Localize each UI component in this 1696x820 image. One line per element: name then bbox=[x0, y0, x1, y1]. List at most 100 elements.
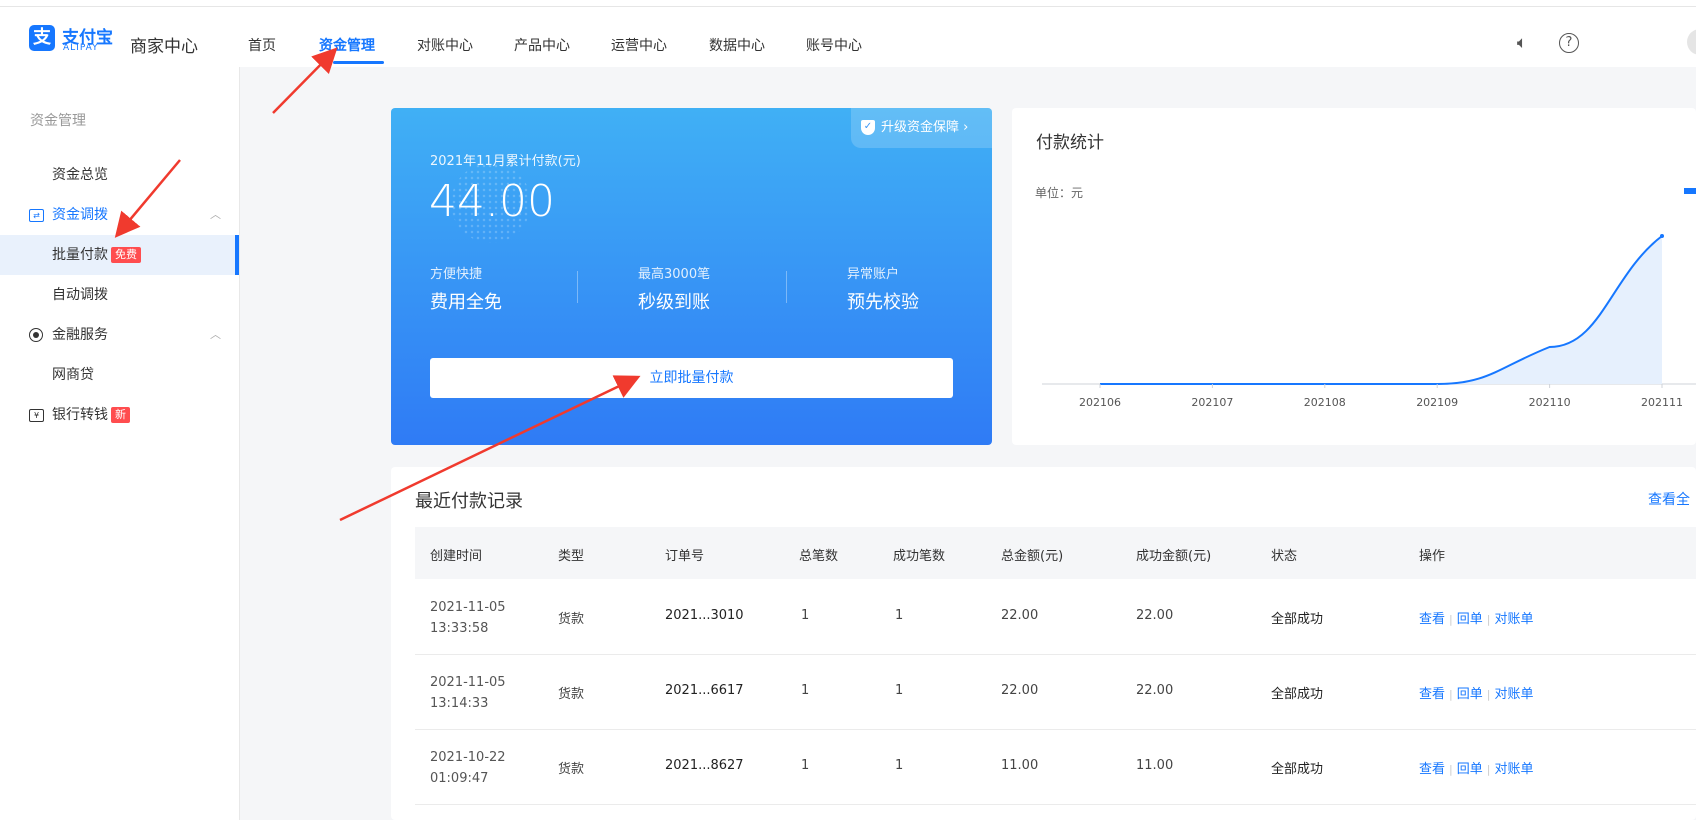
feature-key: 最高3000笔 bbox=[638, 267, 711, 282]
divider bbox=[577, 271, 578, 303]
cell-date: 2021-10-22 bbox=[430, 750, 506, 765]
cell-order-no: 2021...3010 bbox=[665, 608, 744, 623]
x-tick-label: 202111 bbox=[1641, 396, 1683, 409]
nav-operations[interactable]: 运营中心 bbox=[611, 35, 667, 55]
sidebar-item-fund-overview[interactable]: 资金总览 bbox=[0, 155, 239, 195]
x-tick-label: 202109 bbox=[1416, 396, 1458, 409]
feature-value: 预先校验 bbox=[847, 292, 919, 313]
total-amount: 44.00 bbox=[429, 176, 555, 227]
help-icon[interactable]: ? bbox=[1559, 33, 1579, 53]
col-order-no: 订单号 bbox=[665, 549, 705, 564]
receipt-link[interactable]: 回单 bbox=[1457, 687, 1483, 702]
col-total-count: 总笔数 bbox=[799, 549, 839, 564]
sidebar-item-label: 批量付款 bbox=[52, 247, 108, 263]
payment-stats-card: 付款统计 单位：元 202106 202107 202108 202109 202110… bbox=[1012, 108, 1696, 445]
sidebar-item-batch-payment[interactable]: 批量付款 免费 bbox=[0, 235, 239, 275]
cell-created-time: 2021-11-05 13:33:58 bbox=[430, 597, 506, 639]
start-batch-payment-button[interactable]: 立即批量付款 bbox=[430, 358, 953, 398]
table-row: 2021-11-05 13:33:58 货款 2021...3010 1 1 22… bbox=[415, 579, 1696, 655]
cell-created-time: 2021-11-05 13:14:33 bbox=[430, 672, 506, 714]
sidebar-item-fund-transfer[interactable]: ⇄ 资金调拨 ︿ bbox=[0, 195, 239, 235]
feature-value: 秒级到账 bbox=[638, 292, 710, 313]
cell-type: 货款 bbox=[558, 612, 585, 627]
view-link[interactable]: 查看 bbox=[1419, 762, 1445, 777]
nav-home[interactable]: 首页 bbox=[248, 35, 276, 55]
separator: | bbox=[1449, 613, 1453, 626]
records-title: 最近付款记录 bbox=[415, 491, 523, 512]
nav-account[interactable]: 账号中心 bbox=[806, 35, 862, 55]
col-success-amount: 成功金额(元) bbox=[1136, 549, 1212, 564]
sidebar-item-label: 网商贷 bbox=[52, 367, 94, 383]
target-icon bbox=[29, 328, 43, 342]
table-row: 2021-10-22 01:09:47 货款 2021...8627 1 1 11… bbox=[415, 729, 1696, 805]
nav-fund-management[interactable]: 资金管理 bbox=[319, 35, 375, 55]
cell-success-count: 1 bbox=[895, 608, 904, 623]
cell-order-no: 2021...8627 bbox=[665, 758, 744, 773]
sidebar: 资金管理 资金总览 ⇄ 资金调拨 ︿ 批量付款 免费 自动调拨 金融服务 ︿ 网… bbox=[0, 67, 240, 820]
data-point bbox=[1660, 234, 1664, 238]
chevron-up-icon: ︿ bbox=[210, 328, 221, 341]
receipt-link[interactable]: 回单 bbox=[1457, 762, 1483, 777]
x-tick-label: 202106 bbox=[1079, 396, 1121, 409]
view-all-link[interactable]: 查看全 bbox=[1648, 489, 1690, 509]
col-created-time: 创建时间 bbox=[430, 549, 483, 564]
speaker-icon[interactable]: 🔈︎ bbox=[1512, 33, 1532, 53]
feature-3: 异常账户 预先校验 bbox=[847, 263, 992, 314]
feature-1: 方便快捷 费用全免 bbox=[430, 263, 590, 314]
statement-link[interactable]: 对账单 bbox=[1494, 612, 1533, 627]
cell-status: 全部成功 bbox=[1271, 687, 1324, 702]
nav-data[interactable]: 数据中心 bbox=[709, 35, 765, 55]
cell-time: 13:14:33 bbox=[430, 696, 489, 711]
feature-value: 费用全免 bbox=[430, 292, 502, 313]
upgrade-fund-protection-button[interactable]: ✓ 升级资金保障 › bbox=[851, 108, 992, 148]
x-tick-label: 202107 bbox=[1191, 396, 1233, 409]
transfer-icon: ⇄ bbox=[29, 208, 44, 222]
divider bbox=[786, 271, 787, 303]
statement-link[interactable]: 对账单 bbox=[1494, 687, 1533, 702]
sidebar-item-financial-services[interactable]: 金融服务 ︿ bbox=[0, 315, 239, 355]
x-tick-label: 202108 bbox=[1304, 396, 1346, 409]
separator: | bbox=[1486, 613, 1491, 626]
cell-status: 全部成功 bbox=[1271, 762, 1324, 777]
cell-actions: 查看 | 回单 | 对账单 bbox=[1419, 683, 1533, 702]
avatar[interactable] bbox=[1687, 29, 1696, 55]
separator: | bbox=[1449, 688, 1453, 701]
cell-date: 2021-11-05 bbox=[430, 600, 506, 615]
cell-total-count: 1 bbox=[801, 608, 810, 623]
sidebar-item-mybank-loan[interactable]: 网商贷 bbox=[0, 355, 239, 395]
x-tick-label: 202110 bbox=[1529, 396, 1571, 409]
cell-status: 全部成功 bbox=[1271, 612, 1324, 627]
feature-key: 方便快捷 bbox=[430, 267, 483, 282]
alipay-logo-icon[interactable]: 支 bbox=[29, 25, 55, 51]
receipt-link[interactable]: 回单 bbox=[1457, 612, 1483, 627]
col-type: 类型 bbox=[558, 549, 585, 564]
nav-products[interactable]: 产品中心 bbox=[514, 35, 570, 55]
cell-time: 13:33:58 bbox=[430, 621, 489, 636]
cell-date: 2021-11-05 bbox=[430, 675, 506, 690]
separator: | bbox=[1486, 763, 1491, 776]
nav-reconciliation[interactable]: 对账中心 bbox=[417, 35, 473, 55]
chevron-right-icon: › bbox=[959, 120, 969, 135]
sidebar-item-bank-transfer[interactable]: ¥ 银行转钱 新 bbox=[0, 395, 239, 435]
sidebar-item-label: 自动调拨 bbox=[52, 287, 108, 303]
nav-active-indicator bbox=[333, 61, 384, 64]
cell-total-amount: 22.00 bbox=[1001, 608, 1039, 623]
cell-type: 货款 bbox=[558, 762, 585, 777]
cell-time: 01:09:47 bbox=[430, 771, 489, 786]
view-link[interactable]: 查看 bbox=[1419, 687, 1445, 702]
area-fill bbox=[1100, 236, 1662, 384]
free-badge: 免费 bbox=[111, 247, 141, 263]
sidebar-item-label: 资金总览 bbox=[52, 167, 108, 183]
statement-link[interactable]: 对账单 bbox=[1494, 762, 1533, 777]
period-label: 2021年11月累计付款(元) bbox=[430, 154, 581, 169]
sidebar-item-auto-transfer[interactable]: 自动调拨 bbox=[0, 275, 239, 315]
browser-top-strip bbox=[0, 0, 1696, 7]
col-success-count: 成功笔数 bbox=[893, 549, 946, 564]
col-status: 状态 bbox=[1271, 549, 1298, 564]
sidebar-group-title: 资金管理 bbox=[30, 113, 86, 129]
view-link[interactable]: 查看 bbox=[1419, 612, 1445, 627]
table-row: 2021-11-05 13:14:33 货款 2021...6617 1 1 22… bbox=[415, 654, 1696, 730]
sidebar-item-label: 资金调拨 bbox=[52, 207, 108, 223]
new-badge: 新 bbox=[111, 407, 130, 423]
cell-total-count: 1 bbox=[801, 758, 810, 773]
